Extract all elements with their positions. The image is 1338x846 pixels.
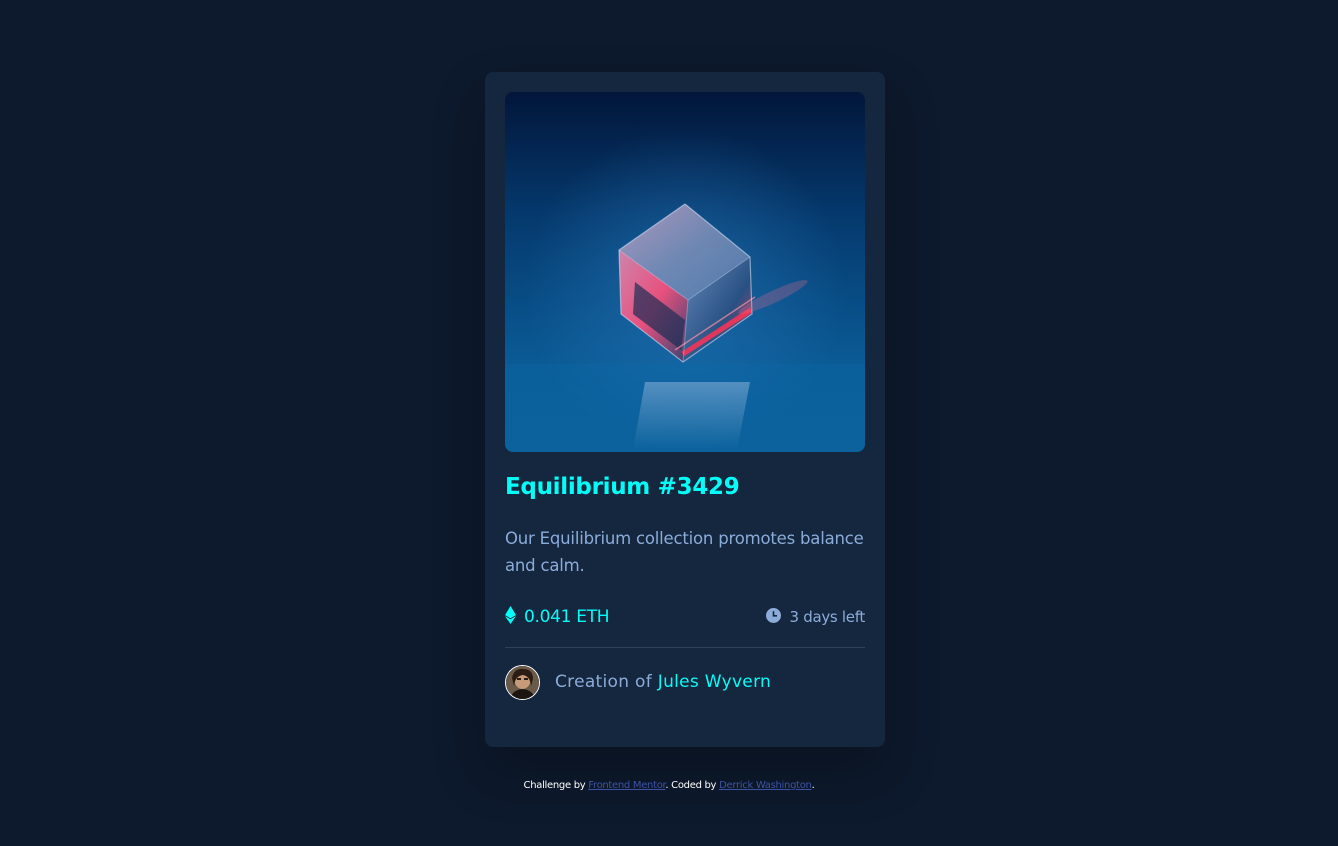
creator-text: Creation of Jules Wyvern <box>555 672 771 692</box>
time-left-value: 3 days left <box>789 608 866 626</box>
card-description: Our Equilibrium collection promotes bala… <box>505 529 864 575</box>
attribution-prefix: Challenge by <box>523 780 586 791</box>
divider <box>505 647 865 648</box>
equilibrium-cube-image <box>505 92 865 452</box>
author-link[interactable]: Derrick Washington <box>719 780 812 791</box>
avatar <box>505 664 540 700</box>
price-value: 0.041 ETH <box>524 607 610 627</box>
time-stat: 3 days left <box>765 607 866 627</box>
attribution-suffix: . <box>811 780 815 791</box>
nft-image[interactable] <box>505 92 865 452</box>
clock-icon <box>765 607 781 627</box>
nft-preview-card: Equilibrium #3429 Our Equilibrium collec… <box>485 72 885 747</box>
attribution-middle: . Coded by <box>665 780 717 791</box>
attribution: Challenge by Frontend Mentor. Coded by D… <box>0 780 1338 791</box>
card-stats: 0.041 ETH 3 days left <box>505 603 865 631</box>
creator-row: Creation of Jules Wyvern <box>505 664 865 700</box>
price-stat: 0.041 ETH <box>505 606 610 628</box>
ethereum-icon <box>505 606 516 628</box>
creator-name-link[interactable]: Jules Wyvern <box>658 672 771 692</box>
frontend-mentor-link[interactable]: Frontend Mentor <box>588 780 665 791</box>
creator-prefix: Creation of <box>555 672 653 692</box>
card-title[interactable]: Equilibrium #3429 <box>505 472 865 502</box>
